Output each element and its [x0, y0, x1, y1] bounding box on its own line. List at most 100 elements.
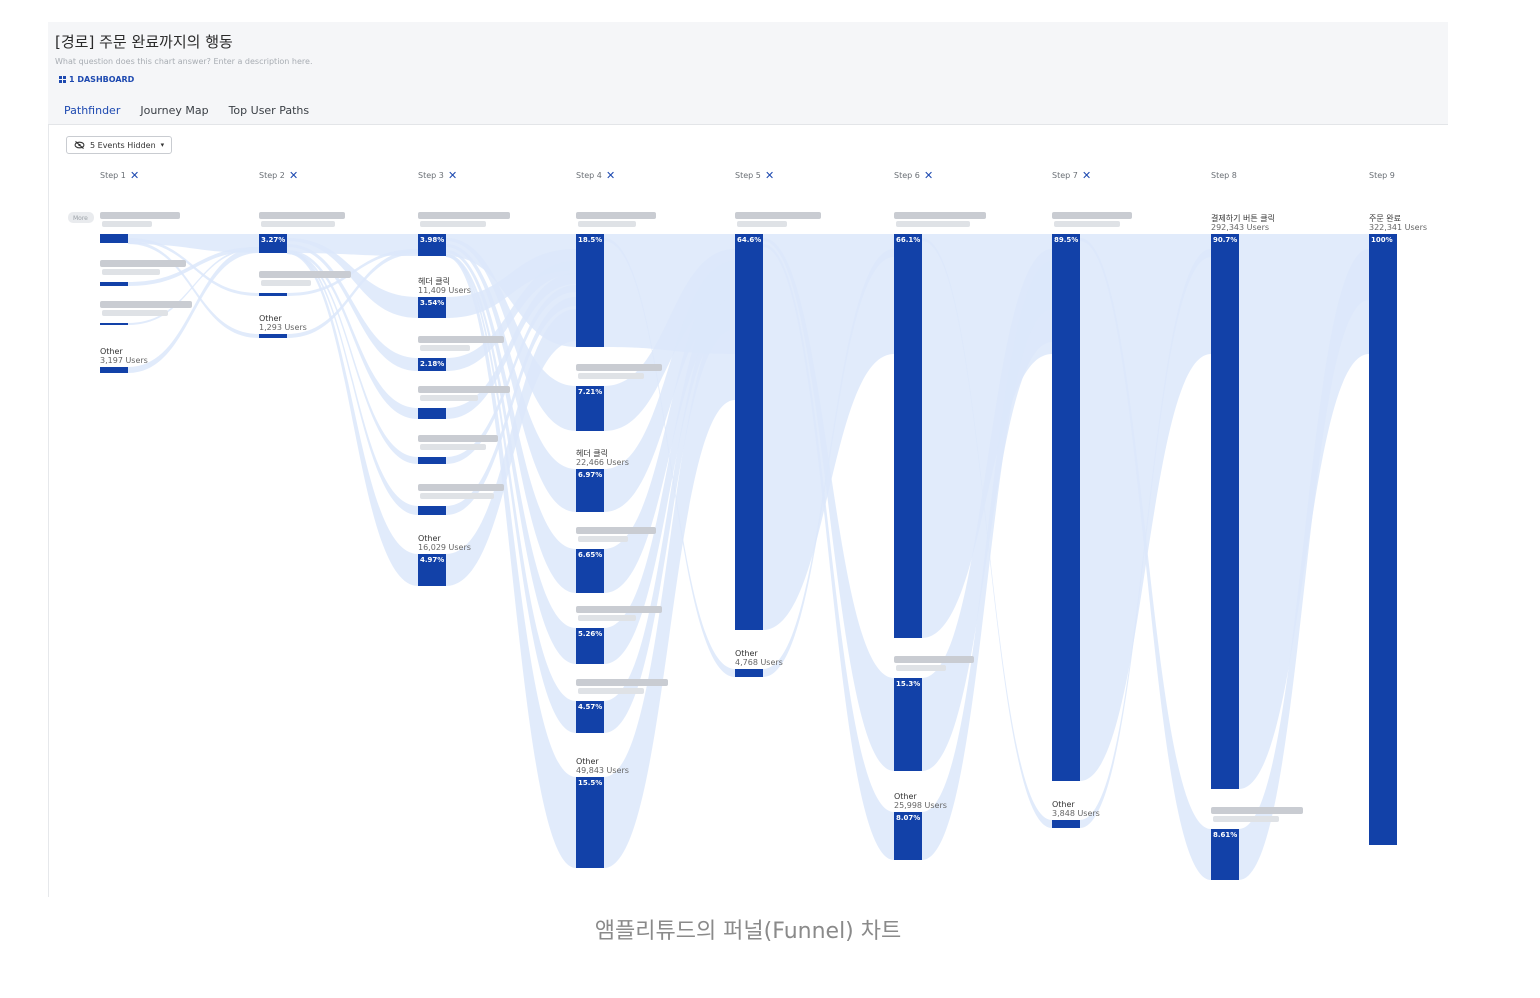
node-bar[interactable] — [259, 293, 287, 296]
redacted-event-name — [418, 435, 498, 442]
node-event-name: 주문 완료 — [1369, 214, 1401, 223]
node-user-count: 322,341 Users — [1369, 223, 1427, 232]
redacted-event-users — [261, 280, 311, 286]
node-bar[interactable] — [418, 506, 446, 515]
grid-icon — [59, 76, 66, 83]
tab-pathfinder[interactable]: Pathfinder — [64, 104, 120, 117]
redacted-event-name — [735, 212, 821, 219]
flow-node[interactable]: 주문 완료322,341 Users 100% — [1369, 214, 1427, 845]
close-icon[interactable]: ✕ — [765, 169, 774, 182]
figure-caption: 앰플리튜드의 퍼널(Funnel) 차트 — [594, 919, 902, 944]
node-bar[interactable] — [576, 777, 604, 868]
flow-link[interactable] — [763, 234, 894, 630]
node-bar[interactable] — [576, 234, 604, 347]
node-percent: 3.98% — [420, 236, 444, 244]
close-icon[interactable]: ✕ — [1082, 169, 1091, 182]
redacted-event-name — [418, 336, 504, 343]
step-header-8: Step 8 — [1211, 171, 1237, 180]
flow-node[interactable]: Other3,848 Users — [1052, 800, 1100, 828]
node-user-count: 49,843 Users — [576, 766, 629, 775]
node-bar[interactable] — [1052, 234, 1080, 781]
node-event-name: Other — [894, 792, 917, 801]
node-bar[interactable] — [259, 334, 287, 338]
node-percent: 8.07% — [896, 814, 920, 822]
node-user-count: 4,768 Users — [735, 658, 783, 667]
node-user-count: 1,293 Users — [259, 323, 307, 332]
step-label: Step 5 — [735, 171, 761, 180]
redacted-event-users — [578, 373, 644, 379]
redacted-event-users — [578, 221, 636, 227]
node-percent: 7.21% — [578, 388, 602, 396]
close-icon[interactable]: ✕ — [130, 169, 139, 182]
close-icon[interactable]: ✕ — [289, 169, 298, 182]
node-percent: 2.18% — [420, 360, 444, 368]
redacted-event-users — [102, 221, 152, 227]
step-header-9: Step 9 — [1369, 171, 1395, 180]
redacted-event-name — [576, 527, 656, 534]
redacted-event-users — [1054, 221, 1120, 227]
chart-tabs: Pathfinder Journey Map Top User Paths — [64, 104, 309, 117]
flow-node[interactable]: Other4,768 Users — [735, 649, 783, 677]
flow-link[interactable] — [287, 251, 418, 515]
step-label: Step 1 — [100, 171, 126, 180]
node-event-name: Other — [100, 347, 123, 356]
step-header-1: Step 1 ✕ — [100, 169, 139, 182]
step-header-3: Step 3 ✕ — [418, 169, 457, 182]
node-event-name: 헤더 클릭 — [576, 448, 608, 458]
close-icon[interactable]: ✕ — [448, 169, 457, 182]
tab-top-user-paths[interactable]: Top User Paths — [229, 104, 310, 117]
redacted-event-name — [576, 364, 662, 371]
node-bar[interactable] — [1211, 234, 1239, 789]
dashboard-link-label: 1 DASHBOARD — [69, 75, 135, 84]
node-percent: 15.3% — [896, 680, 920, 688]
node-bar[interactable] — [100, 282, 128, 286]
step-header-7: Step 7 ✕ — [1052, 169, 1091, 182]
node-user-count: 11,409 Users — [418, 286, 471, 295]
redacted-event-users — [261, 221, 335, 227]
dashboard-link[interactable]: 1 DASHBOARD — [59, 75, 134, 84]
redacted-event-users — [102, 269, 160, 275]
redacted-event-users — [420, 493, 494, 499]
redacted-event-name — [259, 212, 345, 219]
redacted-event-name — [576, 679, 668, 686]
node-bar[interactable] — [1052, 820, 1080, 828]
pathfinder-flow-chart: Step 1 ✕ Step 2 ✕ Step 3 ✕ Step 4 ✕ Step 5 ✕ Step … — [68, 169, 1427, 880]
node-bar[interactable] — [100, 323, 128, 325]
node-bar[interactable] — [418, 408, 446, 419]
node-percent: 6.97% — [578, 471, 602, 479]
close-icon[interactable]: ✕ — [606, 169, 615, 182]
chart-title[interactable]: [경로] 주문 완료까지의 행동 — [55, 31, 233, 52]
redacted-event-name — [894, 656, 974, 663]
redacted-event-name — [1211, 807, 1303, 814]
step-label: Step 3 — [418, 171, 444, 180]
tab-journey-map[interactable]: Journey Map — [140, 104, 208, 117]
redacted-event-users — [896, 221, 970, 227]
redacted-event-users — [1213, 816, 1279, 822]
flow-link[interactable] — [1080, 234, 1211, 781]
redacted-event-users — [578, 536, 628, 542]
node-bar[interactable] — [735, 234, 763, 630]
node-percent: 8.61% — [1213, 831, 1237, 839]
step-header-6: Step 6 ✕ — [894, 169, 933, 182]
node-event-name: Other — [735, 649, 758, 658]
redacted-event-name — [259, 271, 351, 278]
node-bar[interactable] — [735, 669, 763, 677]
node-percent: 90.7% — [1213, 236, 1237, 244]
chart-description-input[interactable]: What question does this chart answer? En… — [55, 57, 313, 66]
node-bar[interactable] — [100, 367, 128, 373]
step-header-4: Step 4 ✕ — [576, 169, 615, 182]
close-icon[interactable]: ✕ — [924, 169, 933, 182]
step-label: Step 6 — [894, 171, 920, 180]
node-bar[interactable] — [100, 234, 128, 243]
redacted-event-name — [100, 260, 186, 267]
node-bar[interactable] — [1369, 234, 1397, 845]
node-bar[interactable] — [894, 234, 922, 638]
node-user-count: 22,466 Users — [576, 458, 629, 467]
node-bar[interactable] — [418, 457, 446, 464]
redacted-event-users — [578, 688, 644, 694]
more-button[interactable]: More — [68, 212, 94, 223]
node-percent: 3.27% — [261, 236, 285, 244]
step-header-2: Step 2 ✕ — [259, 169, 298, 182]
node-bar[interactable] — [894, 678, 922, 771]
redacted-event-users — [578, 615, 636, 621]
